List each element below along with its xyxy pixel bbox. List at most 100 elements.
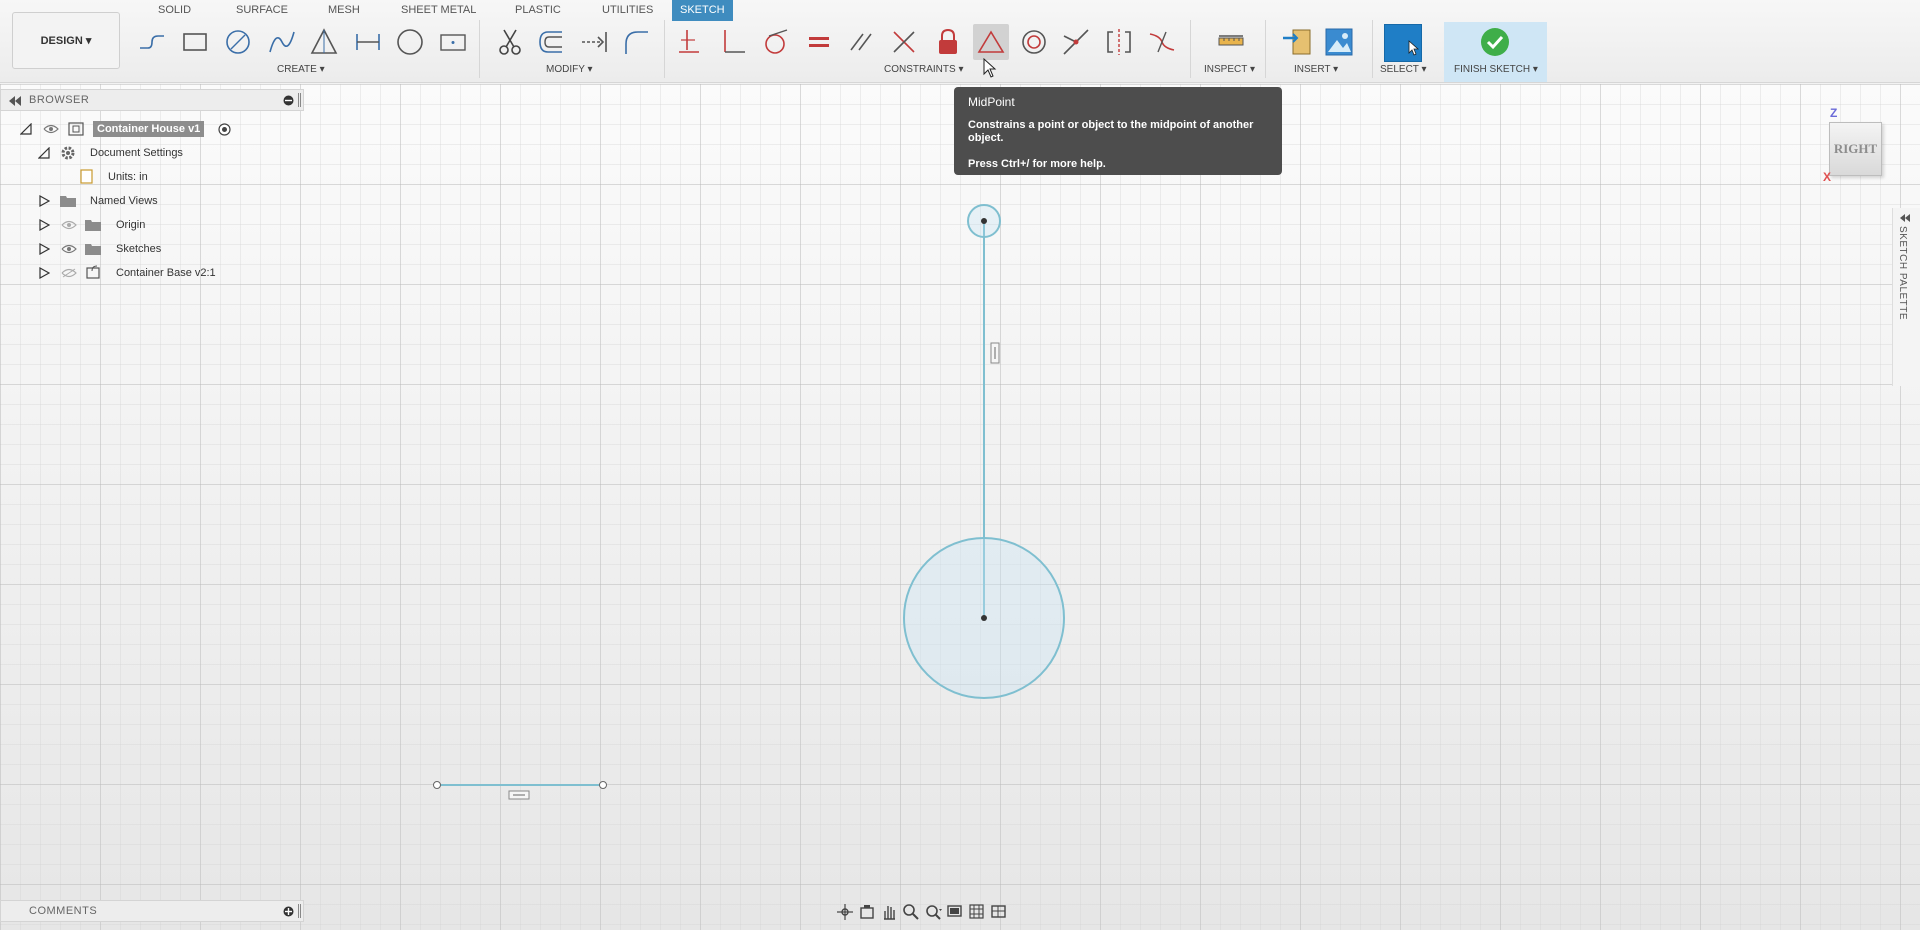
browser-title: BROWSER [29,94,90,106]
zoom-icon[interactable] [902,903,920,921]
expand-triangle-icon[interactable] [38,195,50,207]
rectangle-tool-icon[interactable] [177,24,213,60]
separator [664,20,665,78]
axis-z-label: Z [1830,106,1838,120]
sketch-point-top [981,218,987,224]
offset-tool-icon[interactable] [534,24,570,60]
folder-icon [60,196,76,207]
coincident-constraint-icon[interactable] [1058,24,1094,60]
collapse-panel-icon[interactable] [9,96,21,106]
browser-panel-header: BROWSER [0,89,304,111]
sketch-palette-label: SKETCH PALETTE [1897,226,1908,321]
units-document-icon [80,169,93,184]
orbit-icon[interactable] [836,903,854,921]
tree-item-named-views[interactable]: Named Views [90,191,158,211]
insert-group-label[interactable]: INSERT ▾ [1294,64,1338,75]
finish-sketch-label[interactable]: FINISH SKETCH ▾ [1454,64,1538,75]
finish-sketch-check-icon[interactable] [1477,24,1513,60]
panel-splitter[interactable] [298,904,301,918]
look-at-icon[interactable] [858,903,876,921]
workspace-switcher-button[interactable]: DESIGN ▾ [12,12,120,69]
lock-constraint-icon[interactable] [930,24,966,60]
tree-item-units[interactable]: Units: in [108,167,148,187]
sketch-point-center [981,615,987,621]
expand-triangle-icon[interactable] [38,267,50,279]
browser-options-icon[interactable] [283,95,294,106]
expand-triangle-icon[interactable] [20,123,32,135]
panel-splitter[interactable] [298,93,301,107]
separator [1190,20,1191,78]
expand-triangle-icon[interactable] [38,147,50,159]
perpendicular-constraint-icon[interactable] [715,24,751,60]
extend-tool-icon[interactable] [576,24,612,60]
measure-tool-icon[interactable] [1213,24,1249,60]
trim-tool-icon[interactable] [492,24,528,60]
fix-constraint-icon[interactable] [673,24,709,60]
axis-x-label: X [1823,170,1832,184]
tooltip-description: Constrains a point or object to the midp… [968,119,1254,144]
hidden-eye-icon[interactable] [61,220,77,230]
modify-group-label[interactable]: MODIFY ▾ [546,64,593,75]
ellipse-tool-icon[interactable] [392,24,428,60]
polygon-tool-icon[interactable] [306,24,342,60]
grid-settings-icon[interactable] [968,903,986,921]
insert-derive-icon[interactable] [1279,24,1315,60]
inspect-group-label[interactable]: INSPECT ▾ [1204,64,1255,75]
parallel-constraint-icon[interactable] [843,24,879,60]
line-tool-icon[interactable] [134,24,170,60]
component-icon [68,122,84,136]
select-tool-icon[interactable] [1384,24,1422,62]
zoom-window-icon[interactable] [924,903,942,921]
midpoint-constraint-icon[interactable] [973,24,1009,60]
hidden-eye-icon[interactable] [61,268,77,278]
separator [1265,20,1266,78]
tab-utilities[interactable]: UTILITIES [594,0,661,21]
display-settings-icon[interactable] [946,903,964,921]
tree-item-container-base[interactable]: Container Base v2:1 [116,263,216,283]
collinear-constraint-icon[interactable] [886,24,922,60]
tab-sketch[interactable]: SKETCH [672,0,733,21]
comments-title: COMMENTS [29,905,98,917]
pan-hand-icon[interactable] [880,903,898,921]
tree-item-origin[interactable]: Origin [116,215,145,235]
mouse-cursor-icon [983,58,997,78]
add-comment-icon[interactable] [283,906,294,917]
tab-solid[interactable]: SOLID [150,0,199,21]
point-tool-icon[interactable] [435,24,471,60]
tooltip-title: MidPoint [968,95,1015,109]
insert-image-icon[interactable] [1321,24,1357,60]
spline-tool-icon[interactable] [264,24,300,60]
tree-item-document-settings[interactable]: Document Settings [90,143,183,163]
tangent-constraint-icon[interactable] [757,24,793,60]
tab-mesh[interactable]: MESH [320,0,368,21]
viewcube-face-label: RIGHT [1833,141,1878,156]
comments-panel-header: COMMENTS [0,900,304,922]
dimension-tool-icon[interactable] [350,24,386,60]
circle-tool-icon[interactable] [220,24,256,60]
tab-surface[interactable]: SURFACE [228,0,296,21]
visibility-eye-icon[interactable] [43,124,59,134]
expand-palette-icon[interactable] [1900,214,1910,222]
concentric-constraint-icon[interactable] [1016,24,1052,60]
root-component-label[interactable]: Container House v1 [93,121,205,137]
component-link-icon [86,265,100,279]
ribbon-toolbar: DESIGN ▾ SOLID SURFACE MESH SHEET METAL … [0,0,1920,83]
tab-sheet-metal[interactable]: SHEET METAL [393,0,484,21]
viewcube[interactable]: RIGHT [1829,122,1882,176]
curvature-constraint-icon[interactable] [1144,24,1180,60]
constraints-group-label[interactable]: CONSTRAINTS ▾ [884,64,963,75]
tooltip-help-hint: Press Ctrl+/ for more help. [968,158,1106,170]
expand-triangle-icon[interactable] [38,243,50,255]
gear-icon [61,146,75,160]
select-group-label[interactable]: SELECT ▾ [1380,64,1427,75]
equal-constraint-icon[interactable] [801,24,837,60]
tree-item-sketches[interactable]: Sketches [116,239,161,259]
expand-triangle-icon[interactable] [38,219,50,231]
tab-plastic[interactable]: PLASTIC [507,0,569,21]
activate-radio-icon[interactable] [218,123,231,136]
create-group-label[interactable]: CREATE ▾ [277,64,325,75]
symmetry-constraint-icon[interactable] [1101,24,1137,60]
visibility-eye-icon[interactable] [61,244,77,254]
fillet-tool-icon[interactable] [618,24,654,60]
viewports-icon[interactable] [990,903,1008,921]
